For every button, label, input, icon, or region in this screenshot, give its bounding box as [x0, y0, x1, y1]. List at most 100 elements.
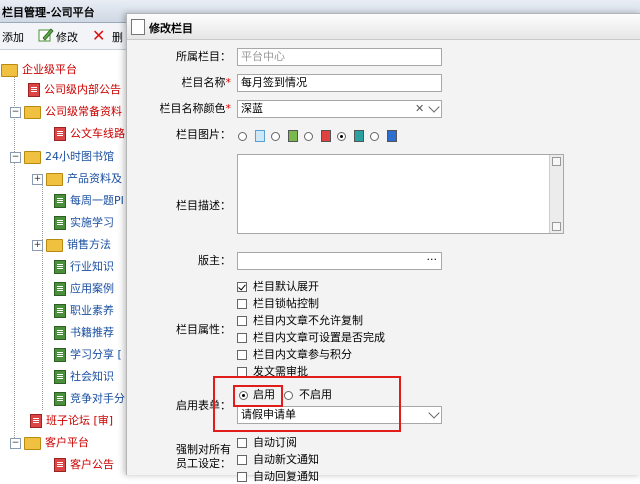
tree-item[interactable]: −24小时图书馆 [10, 147, 114, 167]
moderator-input[interactable]: ··· [237, 252, 442, 270]
scroll-up-icon[interactable] [552, 157, 561, 166]
image-radio[interactable] [304, 132, 313, 141]
tree-item[interactable]: + 销售方法 [32, 235, 111, 255]
document-icon [54, 304, 66, 318]
document-icon [54, 216, 66, 230]
attr-label: 栏目内文章可设置是否完成 [253, 331, 385, 344]
tree-item[interactable]: 公司级内部公告 [28, 80, 121, 100]
category-image-label: 栏目图片： [176, 128, 231, 141]
folder-icon [24, 105, 41, 119]
image-option-icon [321, 130, 331, 142]
moderator-picker-button[interactable]: ··· [427, 252, 438, 268]
scroll-down-icon[interactable] [552, 222, 561, 231]
image-option-icon [354, 130, 364, 142]
chevron-down-icon[interactable] [428, 101, 440, 113]
image-option-icon [288, 130, 298, 142]
delete-icon: ✕ [92, 26, 106, 45]
category-color-select[interactable]: 深蓝 ✕ [237, 100, 442, 118]
expand-icon[interactable]: + [32, 173, 43, 185]
tree-item[interactable]: 行业知识 [54, 257, 114, 277]
image-option-icon [387, 130, 397, 142]
force-item-label: 自动订阅 [253, 436, 297, 449]
collapse-icon[interactable]: − [10, 151, 21, 163]
category-description-label: 栏目描述： [176, 199, 231, 212]
document-icon [54, 392, 66, 406]
category-color-value: 深蓝 [241, 102, 263, 115]
app-title: 栏目管理-公司平台 [2, 6, 95, 19]
add-button[interactable]: 添加 [2, 29, 24, 45]
folder-icon [1, 63, 18, 77]
tree-item[interactable]: 书籍推荐 [54, 323, 114, 343]
category-tree: 企业级平台 公司级内部公告 − 公司级常备资料 公文车线路 −24小时图书馆 + 产… [0, 50, 130, 474]
folder-icon [46, 238, 63, 252]
auto-new-post-notify-checkbox[interactable] [237, 455, 247, 465]
image-option-icon [255, 130, 265, 142]
tree-item[interactable]: − 公司级常备资料 [10, 102, 122, 122]
expand-icon[interactable]: + [32, 239, 43, 251]
tree-item[interactable]: 职业素养 [54, 301, 114, 321]
attr-checkbox-no-copy[interactable] [237, 316, 247, 326]
attr-checkbox-lock-control[interactable] [237, 299, 247, 309]
dialog-header: 修改栏目 [127, 14, 640, 40]
collapse-icon[interactable]: − [10, 437, 21, 449]
tree-item[interactable]: 竞争对手分 [54, 389, 125, 409]
document-icon [54, 194, 66, 208]
document-icon [54, 260, 66, 274]
moderator-label: 版主： [198, 254, 231, 267]
attr-label: 栏目默认展开 [253, 280, 319, 293]
force-item-label: 自动新文通知 [253, 453, 319, 466]
document-icon [28, 83, 40, 97]
parent-category-label: 所属栏目： [176, 50, 231, 63]
image-radio[interactable] [271, 132, 280, 141]
category-description-textarea[interactable] [237, 154, 564, 234]
edit-button[interactable]: 修改 [56, 29, 78, 45]
edit-category-dialog: 修改栏目 所属栏目： 平台中心 栏目名称* 每月签到情况 栏目名称颜色* 深蓝 … [126, 13, 640, 483]
tree-item[interactable]: 应用案例 [54, 279, 114, 299]
chevron-down-icon[interactable] [428, 407, 440, 419]
folder-icon [24, 436, 41, 450]
document-icon [54, 127, 66, 141]
force-item-label: 自动回复通知 [253, 470, 319, 483]
force-settings-label: 强制对所有 员工设定： [176, 443, 231, 470]
category-name-input[interactable]: 每月签到情况 [237, 74, 442, 92]
attr-label: 栏目内文章不允许复制 [253, 314, 363, 327]
edit-icon [38, 27, 54, 46]
attr-checkbox-points[interactable] [237, 350, 247, 360]
tree-item[interactable]: 每周一题PI [54, 191, 124, 211]
highlight-box-inner [233, 385, 283, 407]
category-attributes-label: 栏目属性： [176, 323, 231, 336]
image-radio[interactable] [370, 132, 379, 141]
document-icon [54, 348, 66, 362]
category-name-label: 栏目名称* [181, 76, 232, 89]
tree-item[interactable]: 社会知识 [54, 367, 114, 387]
tree-item[interactable]: 实施学习 [54, 213, 114, 233]
dialog-title: 修改栏目 [149, 22, 193, 35]
attr-label: 栏目锁帖控制 [253, 297, 319, 310]
tree-item[interactable]: − 客户平台 [10, 433, 89, 453]
auto-subscribe-checkbox[interactable] [237, 438, 247, 448]
tree-item[interactable]: 班子论坛 [审] [30, 411, 113, 431]
attr-checkbox-completion[interactable] [237, 333, 247, 343]
image-radio[interactable] [238, 132, 247, 141]
document-icon [54, 282, 66, 296]
document-icon [54, 458, 66, 472]
dialog-body: 所属栏目： 平台中心 栏目名称* 每月签到情况 栏目名称颜色* 深蓝 ✕ 栏目图… [127, 40, 640, 483]
document-icon [54, 370, 66, 384]
image-radio-selected[interactable] [337, 132, 346, 141]
tree-item[interactable]: 企业级平台 [1, 60, 77, 80]
attr-checkbox-default-expand[interactable] [237, 282, 247, 292]
parent-category-field[interactable]: 平台中心 [237, 48, 442, 66]
collapse-icon[interactable]: − [10, 106, 21, 118]
folder-icon [46, 172, 63, 186]
delete-button[interactable]: 删 [112, 29, 123, 45]
clear-icon[interactable]: ✕ [415, 101, 424, 117]
document-icon [30, 414, 42, 428]
tree-item[interactable]: + 产品资料及 [32, 169, 122, 189]
dialog-icon [131, 19, 145, 35]
document-icon [54, 326, 66, 340]
tree-item[interactable]: 公文车线路 [54, 124, 125, 144]
tree-item[interactable]: 客户公告 [54, 455, 114, 475]
tree-item[interactable]: 学习分享 [ [54, 345, 122, 365]
textarea-scrollbar[interactable] [549, 155, 563, 233]
category-color-label: 栏目名称颜色* [159, 102, 232, 115]
